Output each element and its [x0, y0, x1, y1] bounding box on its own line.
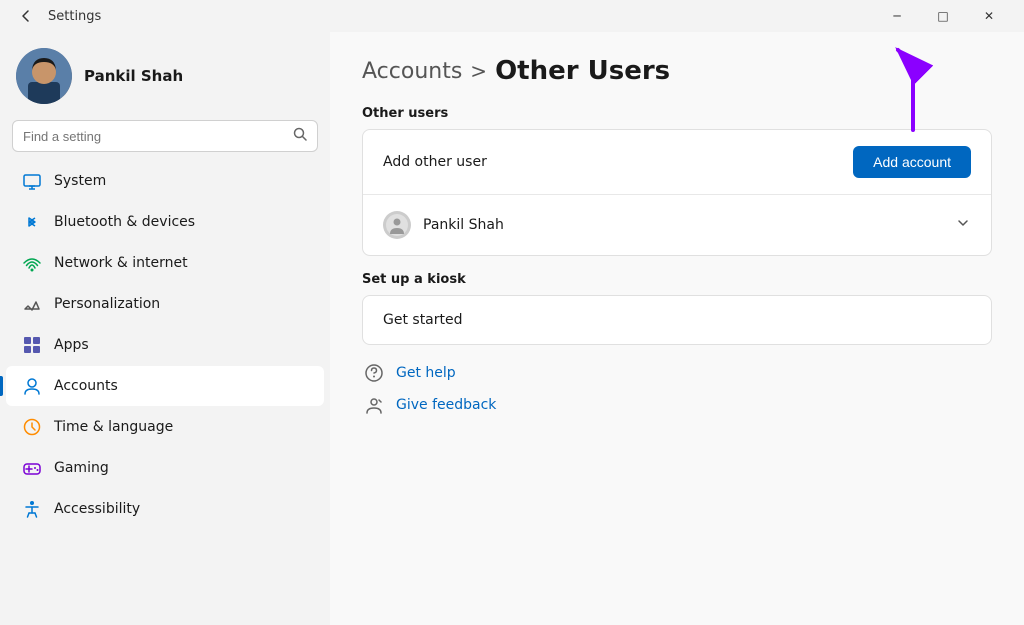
- get-started-row: Get started: [363, 296, 991, 344]
- breadcrumb-current: Other Users: [495, 56, 670, 86]
- app-title: Settings: [48, 9, 874, 24]
- time-icon: [22, 417, 42, 437]
- profile-name: Pankil Shah: [84, 67, 183, 85]
- avatar: [16, 48, 72, 104]
- kiosk-label: Set up a kiosk: [362, 272, 992, 287]
- sidebar-item-system-label: System: [54, 173, 106, 189]
- user-info: Pankil Shah: [383, 211, 504, 239]
- get-help-icon: [362, 361, 386, 385]
- get-help-row[interactable]: Get help: [362, 361, 992, 385]
- sidebar-item-apps[interactable]: Apps: [6, 325, 324, 365]
- sidebar-item-gaming[interactable]: Gaming: [6, 448, 324, 488]
- add-account-button[interactable]: Add account: [853, 146, 971, 178]
- sidebar-item-gaming-label: Gaming: [54, 460, 109, 476]
- give-feedback-link[interactable]: Give feedback: [396, 397, 496, 413]
- sidebar-item-personalization-label: Personalization: [54, 296, 160, 312]
- sidebar-item-bluetooth-label: Bluetooth & devices: [54, 214, 195, 230]
- user-row[interactable]: Pankil Shah: [363, 194, 991, 255]
- back-button[interactable]: [12, 2, 40, 30]
- personalization-icon: [22, 294, 42, 314]
- sidebar-item-accounts-label: Accounts: [54, 378, 118, 394]
- sidebar-item-network[interactable]: Network & internet: [6, 243, 324, 283]
- search-area: [0, 116, 330, 160]
- add-other-user-row: Add other user Add account: [363, 130, 991, 194]
- sidebar-nav: System Bluetooth & devices: [0, 160, 330, 530]
- content-area: Accounts > Other Users Other users Add o…: [330, 32, 1024, 625]
- sidebar-item-personalization[interactable]: Personalization: [6, 284, 324, 324]
- sidebar-item-network-label: Network & internet: [54, 255, 188, 271]
- user-name: Pankil Shah: [423, 217, 504, 233]
- get-help-link[interactable]: Get help: [396, 365, 456, 381]
- links-section: Get help Give feedback: [362, 361, 992, 417]
- sidebar-item-accounts[interactable]: Accounts: [6, 366, 324, 406]
- gaming-icon: [22, 458, 42, 478]
- give-feedback-row[interactable]: Give feedback: [362, 393, 992, 417]
- accessibility-icon: [22, 499, 42, 519]
- system-icon: [22, 171, 42, 191]
- add-other-user-label: Add other user: [383, 154, 487, 170]
- user-avatar: [383, 211, 411, 239]
- titlebar: Settings ─ □ ✕: [0, 0, 1024, 32]
- get-started-label: Get started: [383, 312, 463, 328]
- sidebar-item-bluetooth[interactable]: Bluetooth & devices: [6, 202, 324, 242]
- expand-user-button[interactable]: [955, 215, 971, 236]
- sidebar-item-system[interactable]: System: [6, 161, 324, 201]
- kiosk-section: Set up a kiosk Get started: [362, 272, 992, 345]
- sidebar-item-apps-label: Apps: [54, 337, 89, 353]
- sidebar-item-time[interactable]: Time & language: [6, 407, 324, 447]
- kiosk-card: Get started: [362, 295, 992, 345]
- app-body: Pankil Shah: [0, 32, 1024, 625]
- search-icon: [293, 127, 307, 145]
- breadcrumb: Accounts > Other Users: [362, 56, 992, 86]
- other-users-label: Other users: [362, 106, 992, 121]
- bluetooth-icon: [22, 212, 42, 232]
- close-button[interactable]: ✕: [966, 0, 1012, 32]
- sidebar-item-accessibility[interactable]: Accessibility: [6, 489, 324, 529]
- network-icon: [22, 253, 42, 273]
- search-box[interactable]: [12, 120, 318, 152]
- maximize-button[interactable]: □: [920, 0, 966, 32]
- profile-area[interactable]: Pankil Shah: [0, 32, 330, 116]
- accounts-icon: [22, 376, 42, 396]
- window-controls: ─ □ ✕: [874, 0, 1012, 32]
- sidebar-item-accessibility-label: Accessibility: [54, 501, 140, 517]
- search-input[interactable]: [23, 129, 285, 144]
- apps-icon: [22, 335, 42, 355]
- minimize-button[interactable]: ─: [874, 0, 920, 32]
- sidebar: Pankil Shah: [0, 32, 330, 625]
- other-users-card: Add other user Add account Pankil Shah: [362, 129, 992, 256]
- breadcrumb-parent[interactable]: Accounts: [362, 59, 462, 84]
- sidebar-item-time-label: Time & language: [54, 419, 173, 435]
- breadcrumb-separator: >: [470, 59, 487, 83]
- give-feedback-icon: [362, 393, 386, 417]
